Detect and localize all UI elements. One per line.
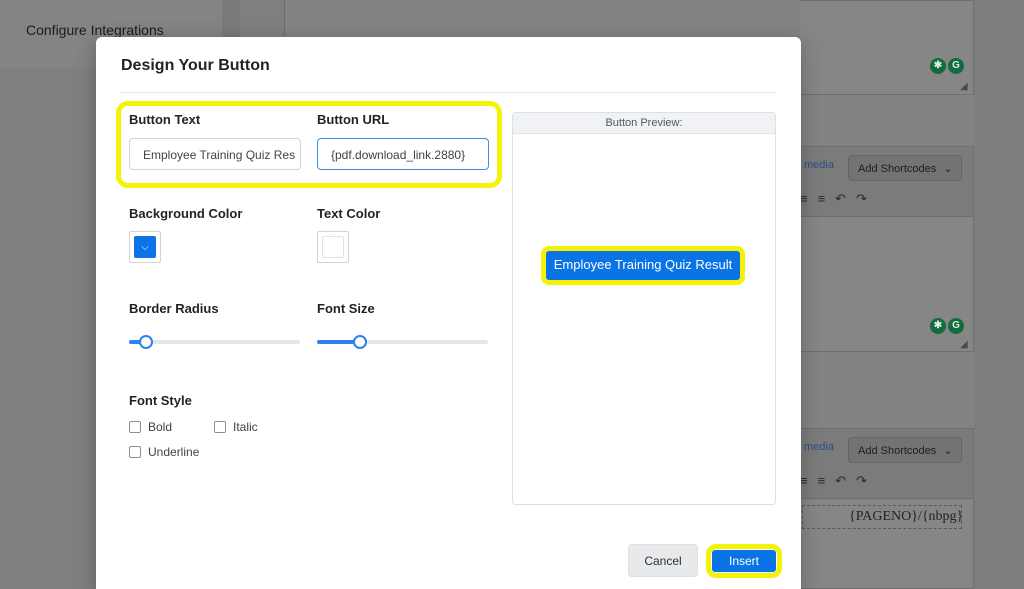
modal-divider bbox=[121, 92, 777, 93]
grammarly-widget: ✱ G bbox=[930, 318, 964, 334]
highlight-annotation bbox=[541, 246, 745, 285]
background-editor: ✱ G ◢ bbox=[800, 0, 974, 95]
grammarly-icon: G bbox=[948, 58, 964, 74]
cancel-button[interactable]: Cancel bbox=[628, 544, 698, 577]
checkbox-box[interactable] bbox=[214, 421, 226, 433]
font-style-label: Font Style bbox=[129, 393, 192, 408]
button-url-input[interactable]: {pdf.download_link.2880} bbox=[317, 138, 489, 170]
add-shortcodes-button: Add Shortcodes ⌄ bbox=[848, 155, 962, 181]
media-link: media bbox=[804, 159, 834, 171]
background-toolbar: media Add Shortcodes ⌄ ≡≡↶↷ bbox=[800, 147, 973, 217]
chevron-down-icon: ⌵ bbox=[134, 236, 156, 258]
chevron-down-icon: ⌄ bbox=[943, 163, 953, 175]
grammarly-widget: ✱ G bbox=[930, 58, 964, 74]
lightbulb-icon: ✱ bbox=[930, 58, 946, 74]
design-button-modal: Design Your Button Button Text Employee … bbox=[96, 37, 801, 589]
background-right-edge bbox=[974, 0, 1024, 589]
background-toolbar: media Add Shortcodes ⌄ ≡≡↶↷ bbox=[800, 429, 973, 499]
font-size-slider[interactable] bbox=[317, 335, 488, 349]
resize-handle-icon: ◢ bbox=[960, 339, 968, 350]
grammarly-icon: G bbox=[948, 318, 964, 334]
text-color-picker[interactable] bbox=[317, 231, 349, 263]
editor-toolbar-icons: ≡≡↶↷ bbox=[800, 473, 877, 488]
sidebar-item-configure-integrations: Configure Integrations bbox=[26, 22, 164, 38]
highlight-annotation bbox=[706, 544, 782, 578]
italic-checkbox[interactable]: Italic bbox=[214, 420, 258, 434]
border-radius-slider[interactable] bbox=[129, 335, 300, 349]
add-shortcodes-button: Add Shortcodes ⌄ bbox=[848, 437, 962, 463]
editor-toolbar-icons: ≡≡↶↷ bbox=[800, 191, 877, 206]
border-radius-label: Border Radius bbox=[129, 301, 219, 316]
shortcodes-label: Add Shortcodes bbox=[858, 445, 937, 457]
background-color-label: Background Color bbox=[129, 206, 243, 221]
background-color-picker[interactable]: ⌵ bbox=[129, 231, 161, 263]
resize-handle-icon: ◢ bbox=[960, 81, 968, 92]
slider-handle[interactable] bbox=[139, 335, 153, 349]
shortcodes-label: Add Shortcodes bbox=[858, 163, 937, 175]
lightbulb-icon: ✱ bbox=[930, 318, 946, 334]
modal-title: Design Your Button bbox=[121, 57, 270, 74]
chevron-down-icon: ⌄ bbox=[943, 445, 953, 457]
font-size-label: Font Size bbox=[317, 301, 375, 316]
footer-page-tag: {PAGENO}/{nbpg} bbox=[802, 505, 963, 529]
bold-checkbox[interactable]: Bold bbox=[129, 420, 172, 434]
background-editor: media Add Shortcodes ⌄ ≡≡↶↷ ✱ G ◢ bbox=[800, 146, 974, 352]
underline-checkbox[interactable]: Underline bbox=[129, 445, 199, 459]
preview-header: Button Preview: bbox=[513, 113, 775, 134]
underline-label: Underline bbox=[148, 445, 200, 459]
bold-label: Bold bbox=[148, 420, 173, 434]
checkbox-box[interactable] bbox=[129, 446, 141, 458]
italic-label: Italic bbox=[233, 420, 258, 434]
button-url-label: Button URL bbox=[317, 112, 390, 127]
button-text-input[interactable]: Employee Training Quiz Res bbox=[129, 138, 301, 170]
text-color-label: Text Color bbox=[317, 206, 381, 221]
button-preview-panel: Button Preview: Employee Training Quiz R… bbox=[512, 112, 776, 505]
media-link: media bbox=[804, 441, 834, 453]
slider-handle[interactable] bbox=[353, 335, 367, 349]
checkbox-box[interactable] bbox=[129, 421, 141, 433]
button-text-label: Button Text bbox=[129, 112, 201, 127]
background-editor: media Add Shortcodes ⌄ ≡≡↶↷ {PAGENO}/{nb… bbox=[800, 428, 974, 589]
